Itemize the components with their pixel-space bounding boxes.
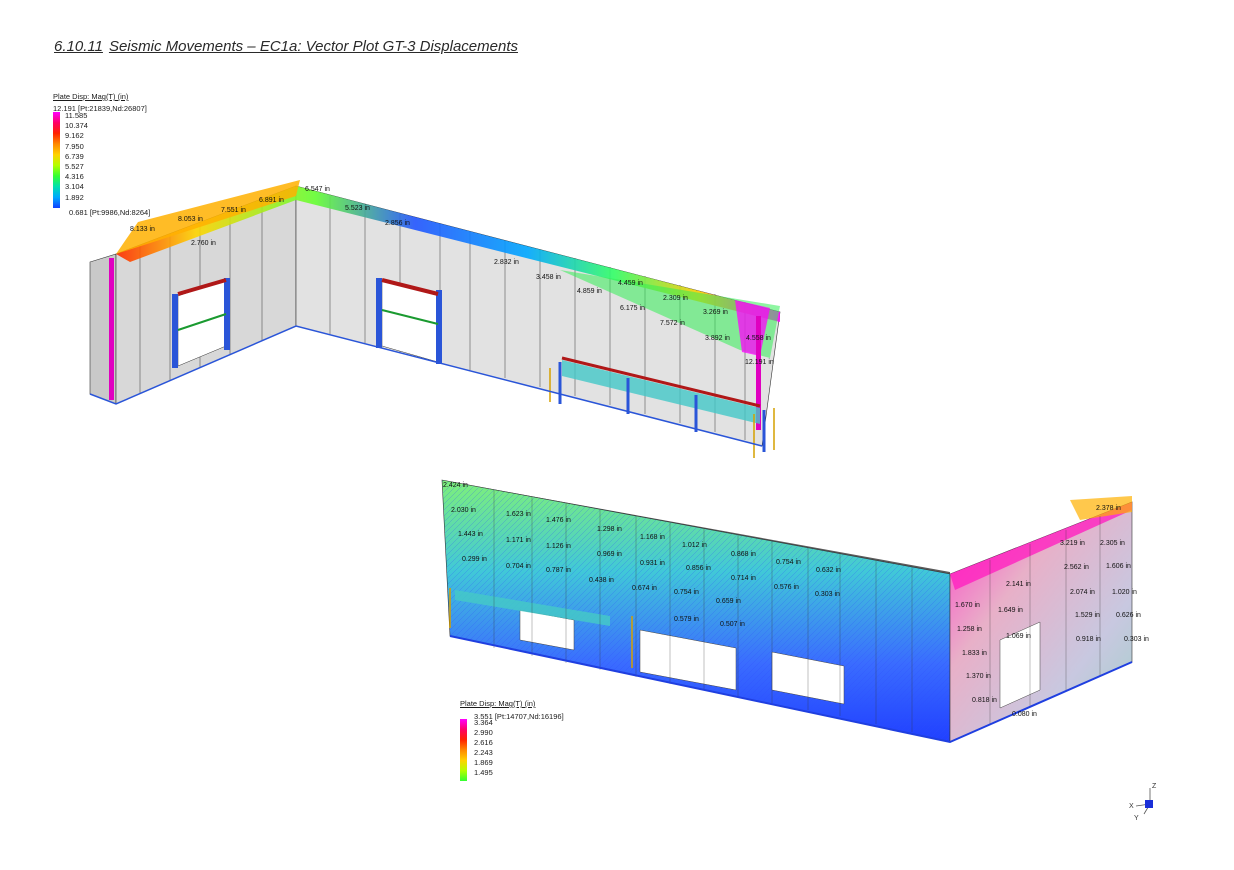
bottom-label: 0.299 in [462,556,487,563]
legend-tick-label: 3.364 [474,718,493,727]
axis-z-label: Z [1152,783,1157,790]
top-label: 2.309 in [663,295,688,302]
bottom-label: 0.754 in [674,589,699,596]
top-label: 2.832 in [494,259,519,266]
bottom-label: 0.818 in [972,697,997,704]
bottom-label: 1.606 in [1106,563,1131,570]
model-drawing: 6.547 in 6.891 in 7.551 in 8.053 in 8.13… [89,180,1149,744]
top-label: 12.191 in [745,359,774,366]
bottom-label: 2.030 in [451,507,476,514]
top-label: 3.458 in [536,274,561,281]
bottom-label: 1.069 in [1006,633,1031,640]
bottom-label: 1.670 in [955,602,980,609]
bottom-label: 2.424 in [443,482,468,489]
axis-x-label: X [1129,803,1134,810]
legend-tick-label: 11.585 [65,111,88,120]
top-label: 8.133 in [130,226,155,233]
bottom-label: 0.303 in [1124,636,1149,643]
top-label: 6.175 in [620,305,645,312]
bottom-label: 1.476 in [546,517,571,524]
legend-title: Plate Disp: Mag(T) (in) [53,92,129,101]
top-label: 5.523 in [345,205,370,212]
top-label: 4.459 in [618,280,643,287]
bottom-label: 1.126 in [546,543,571,550]
bottom-label: 0.626 in [1116,612,1141,619]
bottom-label: 0.507 in [720,621,745,628]
legend-tick-label: 6.739 [65,151,84,161]
bottom-label: 1.020 in [1112,589,1137,596]
legend-color-bar [53,112,60,208]
bottom-label: 2.378 in [1096,505,1121,512]
bottom-label: 1.171 in [506,537,531,544]
top-label: 7.572 in [660,320,685,327]
bottom-label: 0.918 in [1076,636,1101,643]
axis-triad: Z X Y [1129,783,1157,822]
top-label: 2.856 in [385,220,410,227]
legend-tick-label: 7.950 [65,141,84,151]
top-label: 3.269 in [703,309,728,316]
legend-tick-label: 2.990 [474,728,493,737]
legend-tick-label: 5.527 [65,162,84,171]
bottom-label: 2.562 in [1064,564,1089,571]
bottom-label: 1.443 in [458,531,483,538]
bottom-label: 1.370 in [966,673,991,680]
legend-tick-label: 2.616 [474,738,493,747]
top-left-end-column [109,258,114,400]
bottom-label: 1.623 in [506,511,531,518]
bottom-label: 0.969 in [597,551,622,558]
bottom-label: 0.931 in [640,560,665,567]
legend-top: Plate Disp: Mag(T) (in) 12.191 [Pt:21839… [53,92,183,222]
bottom-label: 1.833 in [962,650,987,657]
bottom-label: 0.080 in [1012,711,1037,718]
top-label: 4.558 in [746,335,771,342]
axis-y-label: Y [1134,815,1139,822]
bottom-label: 0.303 in [815,591,840,598]
legend-min: 0.681 [Pt:9986,Nd:8264] [69,208,151,217]
bottom-label: 2.141 in [1006,581,1031,588]
bottom-label: 0.868 in [731,551,756,558]
legend-tick-label: 4.316 [65,172,84,182]
bottom-label: 0.674 in [632,585,657,592]
top-label: 4.859 in [577,288,602,295]
bottom-label: 2.305 in [1100,540,1125,547]
legend-tick-label: 9.162 [65,131,84,141]
bottom-label: 1.529 in [1075,612,1100,619]
legend-color-bar [460,719,467,781]
bottom-label: 3.219 in [1060,540,1085,547]
bottom-label: 2.074 in [1070,589,1095,596]
top-opening-middle [376,278,442,364]
bottom-label: 0.714 in [731,575,756,582]
legend-tick-label: 1.869 [474,758,493,767]
bottom-label: 0.856 in [686,565,711,572]
bottom-label: 1.258 in [957,626,982,633]
bottom-label: 0.579 in [674,616,699,623]
top-label: 7.551 in [221,207,246,214]
bottom-label: 1.649 in [998,607,1023,614]
bottom-label: 1.168 in [640,534,665,541]
legend-tick-label: 2.243 [474,748,493,757]
bottom-label: 0.659 in [716,598,741,605]
legend-tick-label: 1.495 [474,768,493,777]
bottom-label: 0.754 in [776,559,801,566]
bottom-label: 0.632 in [816,567,841,574]
legend-tick-label: 3.104 [65,182,84,192]
top-label: 6.891 in [259,197,284,204]
legend-tick-label: 10.374 [65,121,88,131]
bottom-label: 0.576 in [774,584,799,591]
bottom-label: 1.298 in [597,526,622,533]
bottom-label: 0.704 in [506,563,531,570]
bottom-label: 1.012 in [682,542,707,549]
bottom-label: 0.438 in [589,577,614,584]
bottom-label: 0.787 in [546,567,571,574]
page: 6.10.11 Seismic Movements – EC1a: Vector … [0,0,1234,870]
legend-title: Plate Disp: Mag(T) (in) [460,699,536,708]
top-label: 2.760 in [191,240,216,247]
top-label: 6.547 in [305,186,330,193]
legend-bottom: Plate Disp: Mag(T) (in) 3.551 [Pt:14707,… [460,699,590,783]
top-label: 3.892 in [705,335,730,342]
legend-tick-label: 1.892 [65,192,84,202]
